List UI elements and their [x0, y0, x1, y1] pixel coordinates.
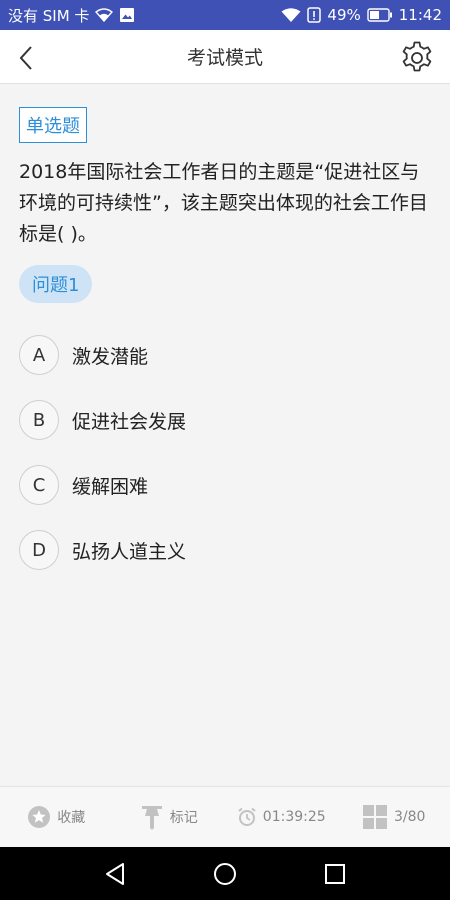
circle-home-icon [214, 862, 236, 885]
exam-screen: 没有 SIM 卡 49% 11:42 考试模式 单选题 2018年国际社会工作者… [0, 0, 450, 900]
page-title: 考试模式 [186, 47, 263, 69]
star-icon [28, 806, 51, 828]
navigation-bar [0, 847, 450, 900]
nav-home-button[interactable] [205, 854, 245, 894]
mark-button[interactable]: 标记 [113, 804, 226, 830]
app-header: 考试模式 [0, 30, 450, 84]
alert-icon [307, 7, 322, 23]
triangle-back-icon [106, 862, 124, 885]
back-button[interactable] [18, 43, 48, 73]
option-letter: B [19, 400, 59, 440]
option-letter: D [19, 530, 59, 570]
option-a[interactable]: A 激发潜能 [19, 335, 439, 375]
question-number-badge: 问题1 [19, 265, 93, 303]
favorite-label: 收藏 [57, 810, 86, 826]
timer: 01:39:25 [225, 807, 338, 827]
wifi-icon [281, 7, 301, 23]
image-notification-icon [119, 7, 135, 23]
settings-button[interactable] [398, 39, 436, 77]
bottom-toolbar: 收藏 标记 01:39:25 3/80 [0, 786, 450, 847]
grid-icon [363, 805, 388, 829]
carrier-text: 没有 SIM 卡 [8, 6, 90, 25]
chevron-left-icon [19, 46, 32, 70]
progress-text: 3/80 [394, 809, 426, 825]
option-text: 缓解困难 [72, 475, 149, 498]
option-b[interactable]: B 促进社会发展 [19, 400, 439, 440]
pushpin-icon [141, 806, 162, 830]
question-text: 2018年国际社会工作者日的主题是“促进社区与环境的可持续性”，该主题突出体现的… [19, 161, 428, 245]
status-bar: 没有 SIM 卡 49% 11:42 [0, 0, 450, 30]
option-text: 激发潜能 [72, 345, 149, 368]
option-letter: C [19, 465, 59, 505]
option-d[interactable]: D 弘扬人道主义 [19, 530, 439, 570]
question-type-badge: 单选题 [19, 107, 87, 143]
option-c[interactable]: C 缓解困难 [19, 465, 439, 505]
option-list: A 激发潜能 B 促进社会发展 C 缓解困难 D 弘扬人道主义 [19, 335, 439, 595]
square-recents-icon [325, 863, 345, 884]
option-letter: A [19, 335, 59, 375]
option-text: 促进社会发展 [72, 410, 187, 433]
alarm-clock-icon [238, 807, 256, 826]
wifi-calling-icon [95, 8, 114, 22]
timer-text: 01:39:25 [262, 809, 326, 825]
favorite-button[interactable]: 收藏 [0, 805, 113, 829]
answer-sheet-button[interactable]: 3/80 [338, 804, 450, 830]
mark-label: 标记 [169, 810, 198, 826]
nav-back-button[interactable] [95, 854, 135, 894]
nav-recents-button[interactable] [315, 854, 355, 894]
battery-percent: 49% [327, 6, 361, 24]
battery-icon [367, 8, 393, 22]
gear-icon [402, 41, 432, 72]
option-text: 弘扬人道主义 [72, 540, 187, 563]
clock-text: 11:42 [398, 6, 442, 24]
